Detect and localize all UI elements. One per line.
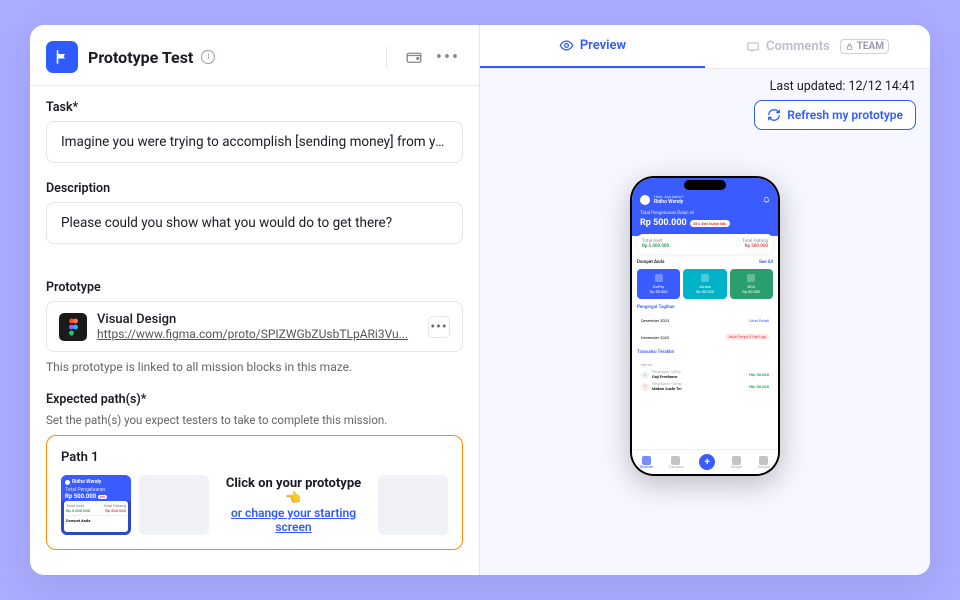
expected-path-label: Expected path(s)*	[46, 392, 463, 407]
prototype-label: Prototype	[46, 280, 463, 295]
pointing-hand-icon: 👈	[285, 491, 301, 506]
reminders-section: Pengingat Tagihan Desember 2023Lihat Det…	[637, 305, 773, 344]
editor-header: Prototype Test i •••	[30, 25, 479, 86]
user-name: Ridho Wendy	[654, 199, 684, 205]
prototype-url[interactable]: https://www.figma.com/proto/SPIZWGbZUsbT…	[97, 327, 418, 341]
header-actions: •••	[378, 42, 463, 72]
wallet-card[interactable]: GoPayRp 50.000	[637, 269, 680, 299]
path-card[interactable]: Path 1 Ridho Wendy Total Pengeluaran Rp …	[46, 435, 463, 550]
prototype-info: Visual Design https://www.figma.com/prot…	[97, 312, 418, 341]
greeting: Halo, Apa kabar?	[654, 194, 684, 199]
nav-wallet[interactable]: Dompet	[758, 456, 770, 469]
lock-icon	[845, 42, 854, 51]
path-thumb-3[interactable]	[378, 475, 448, 535]
nav-budget[interactable]: Budget	[731, 456, 742, 469]
info-icon[interactable]: i	[201, 50, 215, 64]
description-label: Description	[46, 181, 463, 196]
path-title: Path 1	[61, 450, 448, 465]
tab-comments[interactable]: Comments TEAM	[705, 25, 930, 68]
income-icon: ↓	[641, 371, 649, 379]
eye-icon	[559, 38, 574, 53]
task-label: Task*	[46, 100, 463, 115]
summary-card: Total AsetRp 5.000.000 Total HutangRp 50…	[637, 234, 773, 254]
team-badge: TEAM	[840, 39, 889, 54]
pct-badge: 35% dari bulan lalu	[690, 220, 730, 227]
tab-preview[interactable]: Preview	[480, 25, 705, 68]
change-screen-link[interactable]: or change your starting screen	[217, 506, 370, 534]
path-thumb-1[interactable]: Ridho Wendy Total Pengeluaran Rp 500.000…	[61, 475, 131, 535]
description-input[interactable]: Please could you show what you would do …	[46, 202, 463, 244]
preview-panel: Preview Comments TEAM Last updated: 12/1…	[480, 25, 930, 575]
preview-top-actions: Last updated: 12/12 14:41	[480, 69, 930, 100]
refresh-icon	[767, 108, 781, 122]
transaction-row[interactable]: ↑ Pengeluaran • GoPayMakan Sushi Tei +Rp…	[641, 382, 769, 391]
see-all-link[interactable]: See All	[759, 260, 773, 265]
wallet-card[interactable]: JeniusRp 50.000	[683, 269, 726, 299]
device-area: Halo, Apa kabar? Ridho Wendy Total Penge…	[480, 136, 930, 575]
comment-icon	[746, 40, 760, 54]
phone-screen[interactable]: Halo, Apa kabar? Ridho Wendy Total Penge…	[632, 178, 778, 474]
reminder-row[interactable]: Desember 2023Lihat Detail	[637, 314, 773, 327]
dynamic-island	[684, 180, 726, 190]
prototype-note: This prototype is linked to all mission …	[46, 360, 463, 374]
transaction-row[interactable]: ↓ Pemasukan • GoPayGaji Freelance +Rp 50…	[641, 370, 769, 379]
avatar	[640, 195, 650, 205]
bottom-nav: Beranda Transaksi + Budget Dompet	[632, 449, 778, 474]
nav-transactions[interactable]: Transaksi	[668, 456, 683, 469]
transactions-section: Transaksi Terakhir Hari ini ↓ Pemasukan …	[637, 350, 773, 395]
page-title: Prototype Test	[88, 48, 193, 67]
wallet-icon-button[interactable]	[399, 42, 429, 72]
prototype-card[interactable]: Visual Design https://www.figma.com/prot…	[46, 301, 463, 352]
last-updated-text: Last updated: 12/12 14:41	[770, 79, 916, 94]
expense-icon: ↑	[641, 383, 649, 391]
editor-panel: Prototype Test i ••• Task* Imagine you w…	[30, 25, 480, 575]
editor-body: Task* Imagine you were trying to accompl…	[30, 86, 479, 564]
spend-amount: Rp 500.000 35% dari bulan lalu	[640, 218, 770, 228]
tabs: Preview Comments TEAM	[480, 25, 930, 69]
refresh-button[interactable]: Refresh my prototype	[754, 100, 916, 130]
more-menu-button[interactable]: •••	[433, 42, 463, 72]
nav-home[interactable]: Beranda	[640, 456, 653, 469]
preview-top-actions-2: Refresh my prototype	[480, 100, 930, 136]
prototype-name: Visual Design	[97, 312, 418, 327]
expected-path-sub: Set the path(s) you expect testers to ta…	[46, 413, 463, 427]
prototype-more-button[interactable]: •••	[428, 316, 450, 338]
path-thumb-2[interactable]	[139, 475, 209, 535]
task-input[interactable]: Imagine you were trying to accomplish [s…	[46, 121, 463, 163]
bell-icon	[763, 196, 770, 203]
path-cta: Click on your prototype 👈 or change your…	[217, 476, 370, 534]
path-thumbnails: Ridho Wendy Total Pengeluaran Rp 500.000…	[61, 475, 448, 535]
wallets-section: Dompet AndaSee All GoPayRp 50.000 Jenius…	[637, 260, 773, 299]
mission-flag-icon	[46, 41, 78, 73]
divider	[386, 47, 387, 67]
reminder-row[interactable]: Desember 2023Jatuh Tempo 3 Hari Lagi	[637, 330, 773, 344]
nav-add-button[interactable]: +	[699, 454, 715, 470]
app-window: Prototype Test i ••• Task* Imagine you w…	[30, 25, 930, 575]
phone-frame: Halo, Apa kabar? Ridho Wendy Total Penge…	[630, 176, 780, 476]
wallet-card[interactable]: BCARp 50.000	[730, 269, 773, 299]
spend-label: Total Pengeluaran Bulan ini	[640, 211, 770, 216]
figma-icon	[59, 313, 87, 341]
path-cta-heading: Click on your prototype 👈	[217, 476, 370, 506]
